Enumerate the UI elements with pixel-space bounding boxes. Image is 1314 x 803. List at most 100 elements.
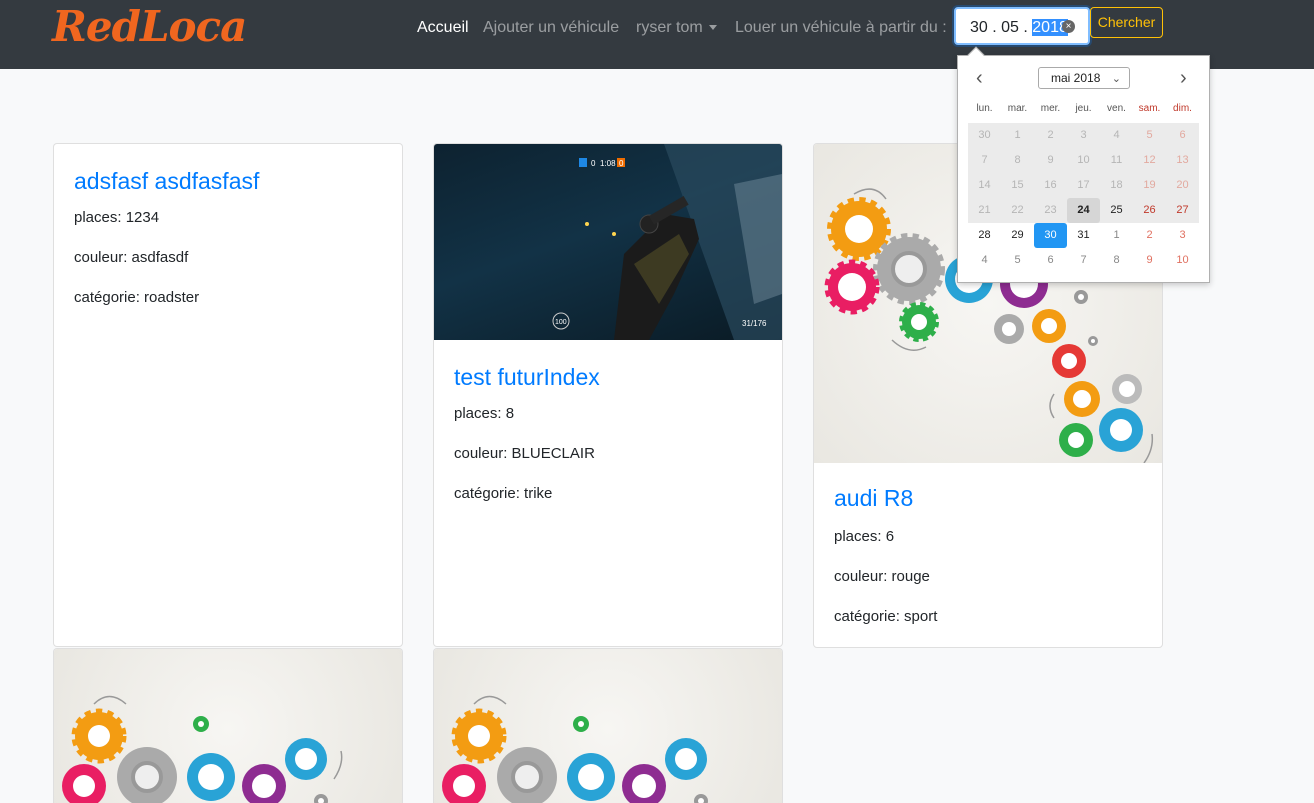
calendar-day: 21 [978,204,991,216]
vehicle-places: places: 1234 [74,209,160,226]
gear-icon [567,753,615,801]
vehicle-card: 0 0 1:08 100 31/176 test futurIndex plac… [433,143,783,647]
calendar-day: 11 [1110,154,1123,166]
calendar-day[interactable]: 29 [1001,223,1034,248]
calendar-day[interactable]: 6 [1034,248,1067,273]
clear-icon[interactable]: × [1062,20,1075,33]
rent-from-label: Louer un véhicule à partir du : [735,19,947,36]
calendar-day: 1 [1014,129,1021,141]
vehicle-title[interactable]: audi R8 [834,485,913,512]
date-value: 30 . 05 . 2018 [970,19,1068,36]
weekday-label: lun. [976,103,993,114]
gear-icon [827,197,891,261]
gear-icon [451,708,507,764]
calendar-day: 13 [1176,154,1189,166]
nav-add-vehicle[interactable]: Ajouter un véhicule [483,19,619,37]
calendar-day[interactable]: 25 [1100,198,1133,223]
chevron-left-icon[interactable]: ‹ [976,68,983,88]
weekday-label: ven. [1107,103,1126,114]
calendar-day: 23 [1044,204,1057,216]
hud-health: 100 [555,319,567,326]
gears-image [62,695,343,803]
calendar-day: 30 [978,129,991,141]
weekday-label: sam. [1138,103,1161,114]
chevron-right-icon[interactable]: › [1180,68,1187,88]
hud-score-right: 0 [619,159,624,168]
gear-icon [442,764,486,803]
vehicle-image [434,649,782,803]
vehicle-card [53,648,403,803]
gear-icon [873,233,945,305]
calendar-day[interactable]: 4 [968,248,1001,273]
calendar-day[interactable]: 9 [1133,248,1166,273]
calendar-day: 4 [1113,129,1120,141]
vehicle-places: places: 8 [454,405,515,422]
calendar-day[interactable]: 7 [1067,248,1100,273]
calendar-day[interactable]: 5 [1001,248,1034,273]
calendar-day[interactable]: 31 [1067,223,1100,248]
calendar-day: 12 [1143,154,1156,166]
weekday-label: dim. [1173,103,1192,114]
calendar-day: 16 [1044,179,1057,191]
calendar-day: 18 [1110,179,1123,191]
vehicle-color: couleur: BLUECLAIR [454,445,595,462]
calendar-day[interactable]: 8 [1100,248,1133,273]
date-input[interactable]: 30 . 05 . 2018 × [954,7,1090,45]
gear-icon [193,716,209,732]
gear-icon [994,314,1024,344]
vehicle-title[interactable]: adsfasf asdfasfasf [74,168,259,195]
gear-icon [1059,423,1093,457]
calendar-day: 15 [1011,179,1024,191]
gear-icon [1112,374,1142,404]
brand-logo[interactable]: RedLoca [52,2,247,51]
gear-icon [187,753,235,801]
gear-icon [71,708,127,764]
calendar-day[interactable]: 26 [1133,198,1166,223]
gear-icon [899,302,939,342]
calendar-day[interactable]: 3 [1166,223,1199,248]
calendar-day[interactable]: 24 [1067,198,1100,223]
calendar-day[interactable]: 27 [1166,198,1199,223]
datepicker-popup: ‹ mai 2018 ⌄ › lun. mar. mer. jeu. ven. sam. di… [957,46,1210,283]
gear-icon [665,738,707,780]
gear-icon [117,747,177,803]
gear-icon [1064,381,1100,417]
gear-icon [285,738,327,780]
gear-icon [824,259,880,315]
gear-icon [497,747,557,803]
month-select[interactable]: mai 2018 ⌄ [1038,67,1130,89]
calendar-day[interactable]: 1 [1100,223,1133,248]
user-name: ryser tom [636,19,703,36]
nav-accueil[interactable]: Accueil [417,19,469,37]
calendar-day: 17 [1077,179,1090,191]
calendar-day: 9 [1047,154,1054,166]
calendar-day: 8 [1014,154,1021,166]
vehicle-card: adsfasf asdfasfasf places: 1234 couleur:… [53,143,403,647]
vehicle-category: catégorie: trike [454,485,553,502]
calendar-day[interactable]: 10 [1166,248,1199,273]
hud-timer: 1:08 [600,159,616,168]
nav-user-dropdown[interactable]: ryser tom [636,19,717,37]
calendar-day[interactable]: 30 [1034,223,1067,248]
gear-icon [1074,290,1088,304]
calendar-day: 5 [1146,129,1153,141]
gear-icon [573,716,589,732]
vehicle-image [54,649,402,803]
vehicle-title[interactable]: test futurIndex [454,364,600,391]
vehicle-places: places: 6 [834,528,895,545]
calendar-day: 3 [1080,129,1087,141]
gear-icon [1032,309,1066,343]
calendar-day: 10 [1077,154,1090,166]
calendar-day[interactable]: 2 [1133,223,1166,248]
gear-icon [1052,344,1086,378]
vehicle-card [433,648,783,803]
calendar-day: 2 [1047,129,1054,141]
game-screenshot: 0 0 1:08 100 31/176 [552,144,782,340]
chevron-down-icon: ⌄ [1111,73,1121,85]
search-button[interactable]: Chercher [1090,7,1163,38]
chevron-down-icon [708,25,717,31]
calendar-day: 19 [1143,179,1156,191]
gear-icon [62,764,106,803]
hud-score-left: 0 [591,159,596,168]
calendar-day[interactable]: 28 [968,223,1001,248]
